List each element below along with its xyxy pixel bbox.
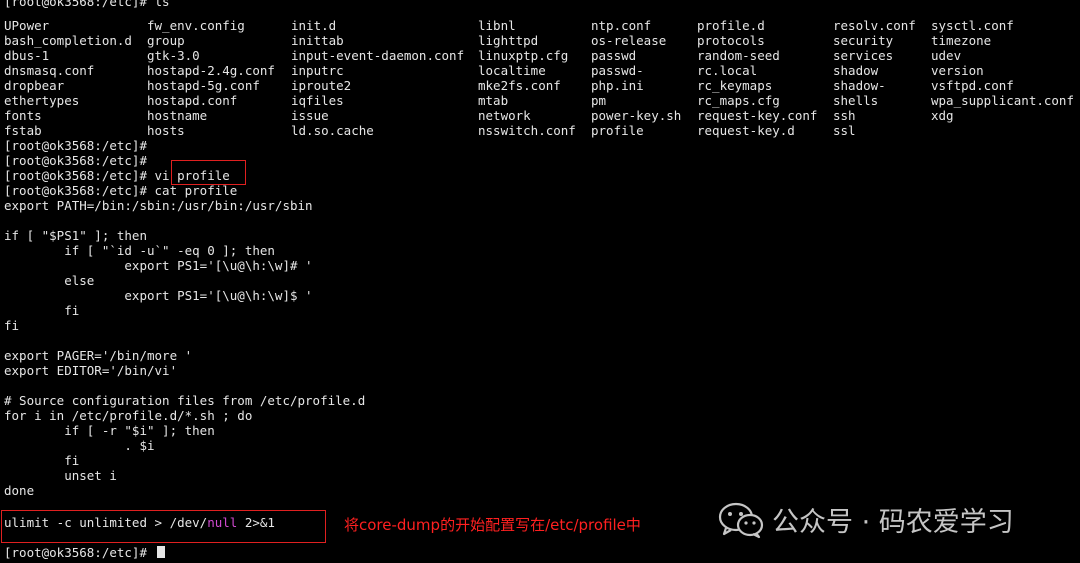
ls-entry: hostapd-2.4g.conf — [147, 63, 275, 78]
terminal-line: if [ "$PS1" ]; then — [4, 228, 147, 243]
ls-entry: nsswitch.conf — [478, 123, 576, 138]
ls-entry: UPower — [4, 18, 50, 33]
ls-entry: random-seed — [697, 48, 780, 63]
ls-entry: hostname — [147, 108, 208, 123]
ls-entry: wpa_supplicant.conf — [931, 93, 1074, 108]
ls-entry: request-key.conf — [697, 108, 818, 123]
ls-entry: php.ini — [591, 78, 644, 93]
wechat-icon — [718, 502, 764, 538]
ls-entry: group — [147, 33, 185, 48]
terminal-line: [root@ok3568:/etc]# — [4, 138, 147, 153]
terminal-line: unset i — [4, 468, 117, 483]
ls-entry: vsftpd.conf — [931, 78, 1014, 93]
highlight-box-profile — [171, 160, 246, 185]
ls-entry: linuxptp.cfg — [478, 48, 569, 63]
terminal-line: . $i — [4, 438, 155, 453]
terminal-line: done — [4, 483, 35, 498]
ls-entry: issue — [291, 108, 329, 123]
ls-entry: network — [478, 108, 531, 123]
ls-entry: input-event-daemon.conf — [291, 48, 465, 63]
terminal-line: [root@ok3568:/etc]# — [4, 153, 147, 168]
ls-entry: fw_env.config — [147, 18, 245, 33]
ls-entry: bash_completion.d — [4, 33, 132, 48]
ls-entry: sysctl.conf — [931, 18, 1014, 33]
ls-entry: iqfiles — [291, 93, 344, 108]
ls-entry: rc.local — [697, 63, 758, 78]
terminal-window[interactable]: [root@ok3568:/etc]# ls UPower fw_env.conf… — [0, 0, 1080, 563]
terminal-line: # Source configuration files from /etc/p… — [4, 393, 366, 408]
ls-entry: iproute2 — [291, 78, 352, 93]
ls-entry: shells — [833, 93, 879, 108]
ls-entry: lighttpd — [478, 33, 539, 48]
terminal-line: if [ -r "$i" ]; then — [4, 423, 215, 438]
ls-entry: hostapd-5g.conf — [147, 78, 260, 93]
ls-entry: mke2fs.conf — [478, 78, 561, 93]
ls-entry: passwd — [591, 48, 637, 63]
ls-entry: ld.so.cache — [291, 123, 374, 138]
annotation-note: 将core-dump的开始配置写在/etc/profile中 — [344, 516, 641, 534]
terminal-line: export PS1='[\u@\h:\w]# ' — [4, 258, 313, 273]
ls-entry: version — [931, 63, 984, 78]
terminal-line: if [ "`id -u`" -eq 0 ]; then — [4, 243, 275, 258]
ls-entry: udev — [931, 48, 962, 63]
highlight-box-ulimit — [1, 510, 326, 543]
ls-entry: hosts — [147, 123, 185, 138]
ls-entry: fonts — [4, 108, 42, 123]
ls-entry: inittab — [291, 33, 344, 48]
terminal-line: export PAGER='/bin/more ' — [4, 348, 193, 363]
terminal-line: fi — [4, 453, 80, 468]
ls-entry: rc_keymaps — [697, 78, 773, 93]
ls-entry: profile.d — [697, 18, 765, 33]
ls-entry: fstab — [4, 123, 42, 138]
terminal-line: fi — [4, 303, 80, 318]
ls-entry: power-key.sh — [591, 108, 682, 123]
ls-entry: shadow- — [833, 78, 886, 93]
ls-entry: ntp.conf — [591, 18, 652, 33]
ls-entry: security — [833, 33, 894, 48]
terminal-line: export PS1='[\u@\h:\w]$ ' — [4, 288, 313, 303]
ls-entry: os-release — [591, 33, 667, 48]
ls-entry: dnsmasq.conf — [4, 63, 95, 78]
ls-entry: libnl — [478, 18, 516, 33]
ls-entry: services — [833, 48, 894, 63]
prompt: [root@ok3568:/etc]# — [4, 545, 155, 560]
ls-entry: dropbear — [4, 78, 65, 93]
ls-entry: pm — [591, 93, 607, 108]
ls-entry: protocols — [697, 33, 765, 48]
ls-entry: rc_maps.cfg — [697, 93, 780, 108]
ls-entry: ethertypes — [4, 93, 80, 108]
ls-entry: gtk-3.0 — [147, 48, 200, 63]
current-prompt-line[interactable]: [root@ok3568:/etc]# — [4, 545, 165, 560]
ls-entry: hostapd.conf — [147, 93, 238, 108]
terminal-line: for i in /etc/profile.d/*.sh ; do — [4, 408, 253, 423]
terminal-line: export EDITOR='/bin/vi' — [4, 363, 178, 378]
ls-entry: ssl — [833, 123, 856, 138]
ls-entry: shadow — [833, 63, 879, 78]
ls-entry: localtime — [478, 63, 546, 78]
ls-entry: inputrc — [291, 63, 344, 78]
terminal-line: export PATH=/bin:/sbin:/usr/bin:/usr/sbi… — [4, 198, 313, 213]
terminal-line: fi — [4, 318, 20, 333]
ls-entry: resolv.conf — [833, 18, 916, 33]
ls-entry: mtab — [478, 93, 509, 108]
ls-entry: passwd- — [591, 63, 644, 78]
ls-entry: dbus-1 — [4, 48, 50, 63]
terminal-line: [root@ok3568:/etc]# ls — [4, 0, 170, 9]
text-cursor — [156, 546, 165, 558]
watermark: 公众号 · 码农爱学习 — [718, 500, 1014, 539]
ls-entry: request-key.d — [697, 123, 795, 138]
ls-entry: ssh — [833, 108, 856, 123]
ls-entry: timezone — [931, 33, 992, 48]
terminal-line: [root@ok3568:/etc]# cat profile — [4, 183, 238, 198]
ls-entry: init.d — [291, 18, 337, 33]
watermark-text: 公众号 · 码农爱学习 — [772, 507, 1014, 538]
ls-entry: profile — [591, 123, 644, 138]
ls-entry: xdg — [931, 108, 954, 123]
terminal-line: else — [4, 273, 95, 288]
